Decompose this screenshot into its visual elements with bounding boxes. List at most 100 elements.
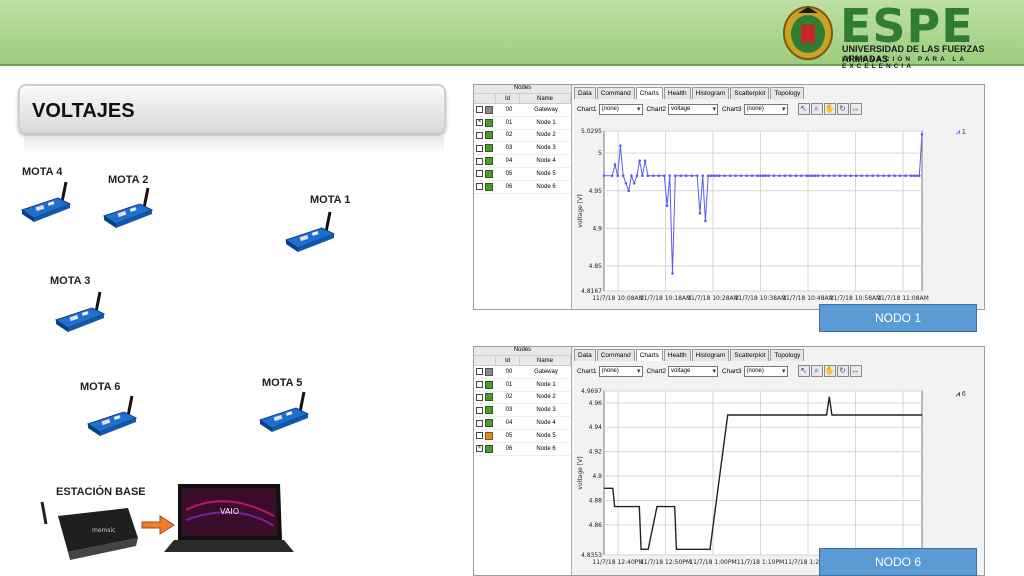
node-id: 01: [505, 381, 513, 388]
fit-icon[interactable]: ↔: [849, 103, 862, 115]
node-checkbox[interactable]: [476, 406, 483, 414]
zoom-icon[interactable]: ⌕: [810, 103, 823, 115]
data-point: [646, 174, 650, 178]
node-checkbox[interactable]: ×: [476, 445, 483, 453]
base-station-illustration: memsic VAIO: [40, 484, 294, 560]
mote-label: MOTA 4: [22, 166, 63, 178]
node-id: 04: [505, 420, 513, 427]
tab-histogram[interactable]: Histogram: [691, 349, 730, 361]
tab-scatterplot[interactable]: Scatterplot: [730, 87, 770, 99]
svg-text:memsic: memsic: [92, 527, 115, 534]
tab-histogram[interactable]: Histogram: [691, 87, 730, 99]
node-checkbox[interactable]: ×: [476, 119, 483, 127]
nodes-panel: Nodes Id Name 00 Gateway 01 Node 1 02 Node 20…: [474, 347, 572, 575]
tab-scatterplot[interactable]: Scatterplot: [730, 349, 770, 361]
chart-legend: ⩘ 6: [956, 391, 966, 399]
chart3-label: Chart3: [722, 367, 742, 375]
chart1-select[interactable]: (none): [598, 365, 643, 377]
tab-command[interactable]: Command: [596, 349, 635, 361]
x-tick-label: 11/7/18 10:18AM: [640, 295, 692, 302]
chart3-select[interactable]: (none): [743, 365, 788, 377]
tab-data[interactable]: Data: [574, 349, 596, 361]
chart2-select[interactable]: voltage: [668, 103, 719, 115]
data-point: [915, 174, 918, 178]
data-point: [745, 174, 748, 178]
node-row[interactable]: 02 Node 2: [474, 392, 571, 405]
node-row[interactable]: 04 Node 4: [474, 155, 571, 168]
sensor-mote-icon: [282, 210, 340, 256]
tab-charts[interactable]: Charts: [635, 349, 663, 361]
tab-health[interactable]: Health: [663, 349, 691, 361]
node-row[interactable]: 00 Gateway: [474, 104, 571, 117]
node-row[interactable]: 02 Node 2: [474, 130, 571, 143]
nodes-columns: Id Name: [474, 94, 571, 104]
arrow-icon: [141, 515, 175, 535]
tab-topology[interactable]: Topology: [770, 87, 805, 99]
fit-icon[interactable]: ↔: [849, 365, 862, 377]
node-checkbox[interactable]: [476, 393, 483, 401]
chart2-select[interactable]: voltage: [668, 365, 719, 377]
data-point: [632, 181, 636, 185]
node-checkbox[interactable]: [476, 183, 483, 191]
node-name: Node 4: [536, 158, 556, 165]
data-point: [843, 174, 847, 178]
node-row[interactable]: × 01 Node 1: [474, 117, 571, 130]
node-row[interactable]: 05 Node 5: [474, 430, 571, 443]
node-checkbox[interactable]: [476, 157, 483, 165]
node-checkbox[interactable]: [476, 170, 483, 178]
node-row[interactable]: 03 Node 3: [474, 404, 571, 418]
tab-command[interactable]: Command: [596, 87, 635, 99]
legend-swatch-icon: ⩘: [956, 391, 960, 398]
reset-icon[interactable]: ↻: [836, 365, 849, 377]
pan-icon[interactable]: ✋: [823, 365, 836, 377]
node-checkbox[interactable]: [476, 144, 483, 152]
node-row[interactable]: 06 Node 6: [474, 181, 571, 194]
data-point: [641, 174, 644, 178]
node-row[interactable]: 04 Node 4: [474, 417, 571, 430]
node-checkbox[interactable]: [476, 131, 483, 139]
node-id: 01: [505, 119, 513, 126]
node-id: 00: [505, 106, 513, 113]
node-checkbox[interactable]: [476, 419, 483, 427]
node-id: 06: [505, 183, 513, 190]
node-checkbox[interactable]: [476, 432, 483, 440]
zoom-icon[interactable]: ⌕: [810, 365, 823, 377]
y-tick-label: 4.9: [592, 225, 602, 232]
pan-icon[interactable]: ✋: [823, 103, 836, 115]
sensor-mote-icon: [52, 290, 110, 336]
col-id-header: Id: [496, 356, 520, 365]
node-name: Gateway: [534, 106, 558, 113]
node-checkbox[interactable]: [476, 368, 483, 376]
pointer-icon[interactable]: ↖: [797, 103, 810, 115]
tab-data[interactable]: Data: [574, 87, 596, 99]
data-point: [635, 174, 639, 178]
y-tick-label: 5: [598, 150, 602, 157]
node-row[interactable]: × 06 Node 6: [474, 443, 571, 456]
node-row[interactable]: 03 Node 3: [474, 142, 571, 156]
chart3-select[interactable]: (none): [743, 103, 788, 115]
pointer-icon[interactable]: ↖: [797, 365, 810, 377]
node-checkbox[interactable]: [476, 381, 483, 389]
logo-text: ESPE: [840, 0, 974, 53]
col-id-header: Id: [496, 94, 520, 103]
node-checkbox[interactable]: [476, 106, 483, 114]
tab-charts[interactable]: Charts: [635, 87, 663, 99]
chart3-label: Chart3: [722, 105, 742, 113]
node-name: Node 1: [536, 119, 556, 126]
node-row[interactable]: 01 Node 1: [474, 379, 571, 392]
reset-icon[interactable]: ↻: [836, 103, 849, 115]
chart1-select[interactable]: (none): [598, 103, 643, 115]
tab-topology[interactable]: Topology: [770, 349, 805, 361]
laptop-brand: VAIO: [220, 507, 239, 516]
tab-health[interactable]: Health: [663, 87, 691, 99]
node-row[interactable]: 05 Node 5: [474, 168, 571, 181]
data-point: [876, 174, 880, 178]
data-point: [613, 163, 617, 166]
y-tick-label: 4.8353: [581, 552, 602, 559]
data-point: [805, 174, 809, 178]
node-id: 05: [505, 432, 513, 439]
gateway-icon: [485, 105, 493, 114]
data-point: [665, 204, 669, 208]
y-tick-label: 4.9697: [581, 388, 602, 395]
node-row[interactable]: 00 Gateway: [474, 366, 571, 379]
